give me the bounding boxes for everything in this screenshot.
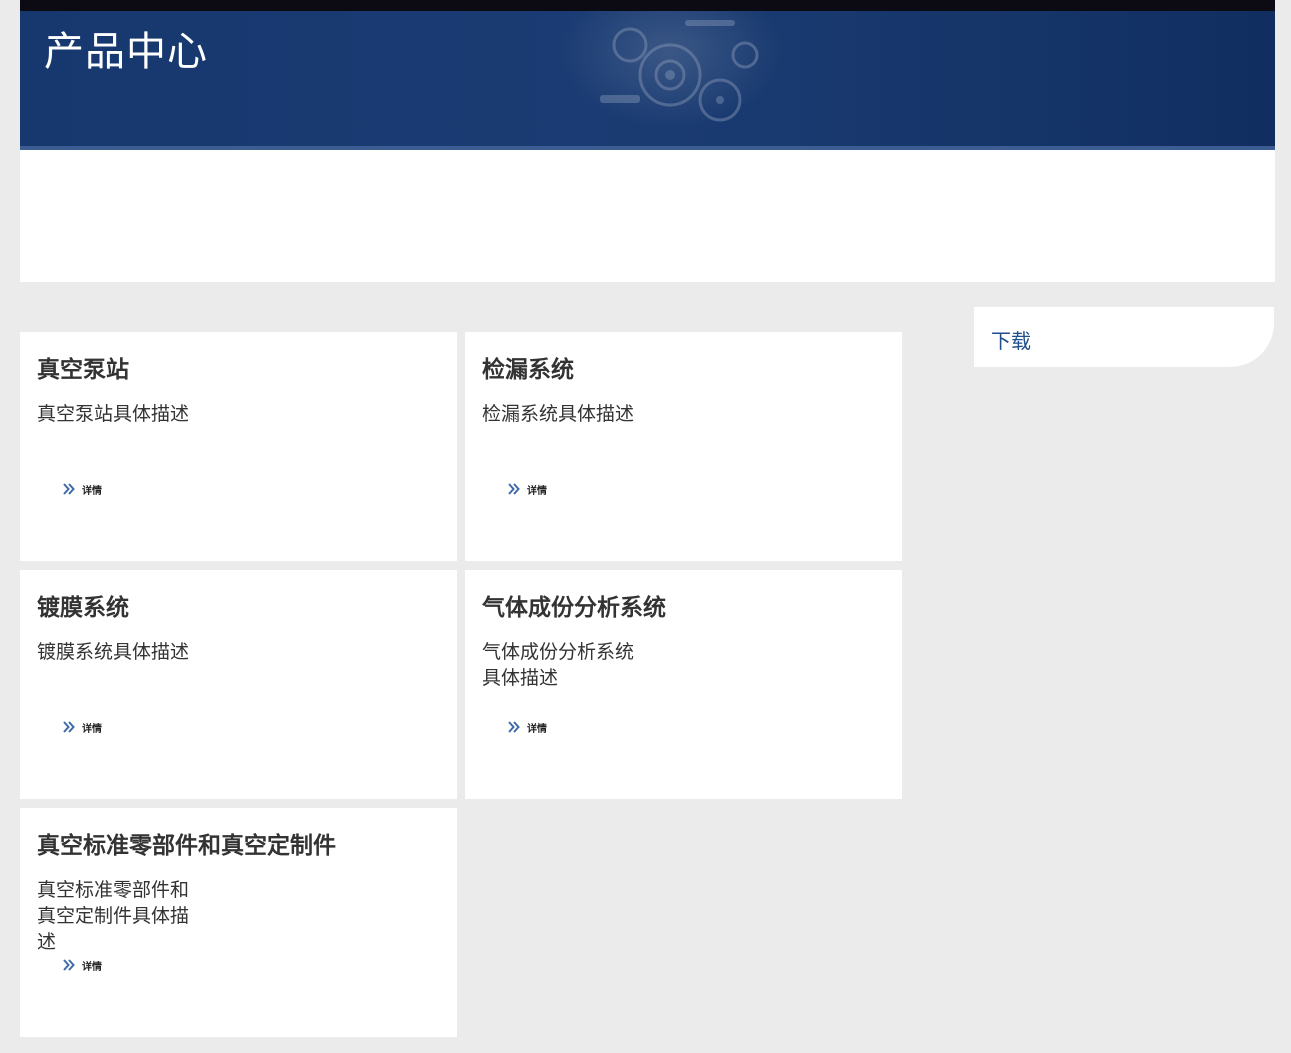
product-title[interactable]: 气体成份分析系统 bbox=[482, 588, 666, 622]
download-link[interactable]: 下载 bbox=[991, 325, 1031, 354]
machinery-image bbox=[600, 20, 759, 122]
header-banner: 产品中心 bbox=[20, 11, 1275, 146]
product-title[interactable]: 真空泵站 bbox=[37, 350, 129, 384]
sidebar-panel: 下载 bbox=[974, 307, 1274, 367]
product-details-link[interactable]: 详情 bbox=[63, 958, 102, 973]
double-chevron-right-icon bbox=[508, 721, 520, 733]
product-description: 检漏系统具体描述 bbox=[482, 403, 635, 425]
double-chevron-right-icon bbox=[63, 959, 75, 971]
page-title: 产品中心 bbox=[44, 29, 208, 75]
product-title[interactable]: 真空标准零部件和真空定制件 bbox=[37, 826, 336, 860]
double-chevron-right-icon bbox=[508, 483, 520, 495]
product-description: 气体成份分析系统具体描述 bbox=[482, 641, 635, 689]
product-description: 镀膜系统具体描述 bbox=[37, 641, 190, 663]
double-chevron-right-icon bbox=[63, 721, 75, 733]
product-card-coating-system: 镀膜系统 镀膜系统具体描述 详情 bbox=[20, 570, 457, 799]
product-details-link[interactable]: 详情 bbox=[63, 482, 102, 497]
details-label: 详情 bbox=[82, 961, 102, 973]
product-details-link[interactable]: 详情 bbox=[508, 720, 547, 735]
header-top-strip bbox=[20, 0, 1275, 11]
details-label: 详情 bbox=[527, 723, 547, 735]
product-card-vacuum-pump-station: 真空泵站 真空泵站具体描述 详情 bbox=[20, 332, 457, 561]
details-label: 详情 bbox=[527, 485, 547, 497]
product-title[interactable]: 镀膜系统 bbox=[37, 588, 129, 622]
product-description: 真空标准零部件和真空定制件具体描述 bbox=[37, 879, 190, 953]
details-label: 详情 bbox=[82, 723, 102, 735]
product-details-link[interactable]: 详情 bbox=[508, 482, 547, 497]
details-label: 详情 bbox=[82, 485, 102, 497]
product-card-vacuum-components: 真空标准零部件和真空定制件 真空标准零部件和真空定制件具体描述 详情 bbox=[20, 808, 457, 1037]
product-card-leak-detection: 检漏系统 检漏系统具体描述 详情 bbox=[465, 332, 902, 561]
content-header-area bbox=[20, 150, 1275, 282]
double-chevron-right-icon bbox=[63, 483, 75, 495]
product-title[interactable]: 检漏系统 bbox=[482, 350, 574, 384]
product-card-gas-analysis: 气体成份分析系统 气体成份分析系统具体描述 详情 bbox=[465, 570, 902, 799]
product-description: 真空泵站具体描述 bbox=[37, 403, 190, 425]
product-details-link[interactable]: 详情 bbox=[63, 720, 102, 735]
